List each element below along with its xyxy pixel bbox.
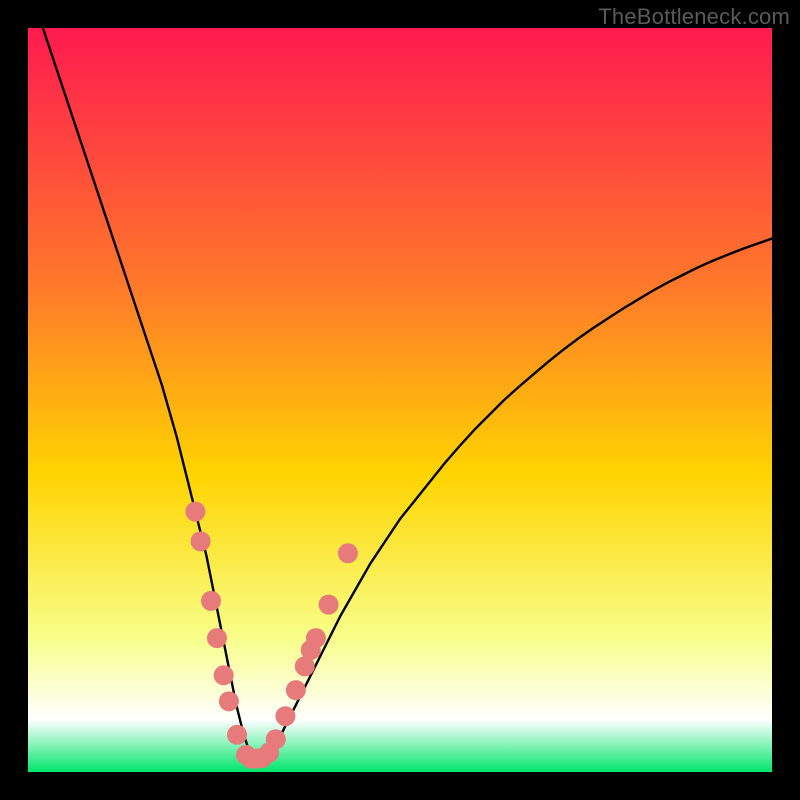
data-point [227,725,247,745]
data-point [306,628,326,648]
data-point [275,706,295,726]
data-point [191,531,211,551]
data-point [286,680,306,700]
data-point [319,595,339,615]
data-point [201,591,221,611]
data-point [207,628,227,648]
data-point [266,729,286,749]
data-point [185,502,205,522]
data-point [338,543,358,563]
gradient-background [28,28,772,772]
data-point [214,665,234,685]
bottleneck-chart [0,0,800,800]
data-point [219,691,239,711]
chart-container: TheBottleneck.com [0,0,800,800]
